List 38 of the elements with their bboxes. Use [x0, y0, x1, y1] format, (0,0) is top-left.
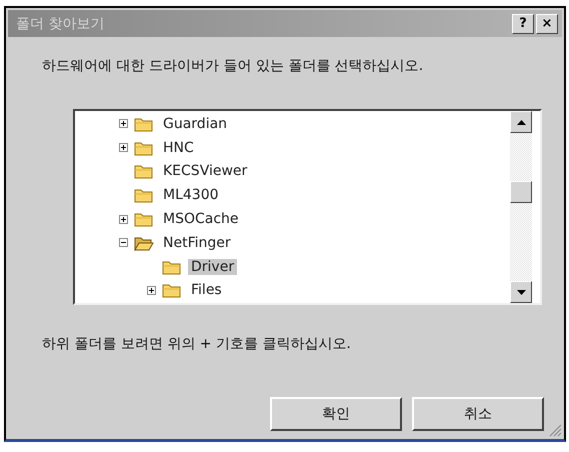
- scroll-thumb[interactable]: [510, 181, 532, 203]
- help-button[interactable]: ?: [512, 14, 534, 34]
- tree-item[interactable]: NetFinger: [160, 234, 234, 251]
- hint-text: 하위 폴더를 보려면 위의 + 기호를 클릭하십시오.: [42, 335, 352, 353]
- tree-row[interactable]: KECSViewer: [75, 160, 510, 184]
- tree-item[interactable]: Guardian: [160, 116, 230, 132]
- folder-icon: [134, 211, 154, 228]
- down-arrow-icon: [516, 290, 526, 294]
- expand-toggle[interactable]: [119, 214, 128, 224]
- scroll-up-button[interactable]: [510, 111, 532, 133]
- expand-toggle[interactable]: [119, 119, 128, 128]
- folder-icon: [162, 282, 182, 298]
- window-title: 폴더 찾아보기: [16, 14, 104, 32]
- folder-icon: [134, 187, 154, 204]
- folder-icon: [134, 140, 154, 156]
- tree-item[interactable]: ML4300: [160, 187, 222, 204]
- scrollbar[interactable]: [510, 111, 532, 303]
- tree-item[interactable]: Driver: [188, 258, 238, 275]
- expand-toggle[interactable]: [119, 143, 128, 152]
- resize-grip-icon[interactable]: [548, 423, 562, 437]
- folder-icon: [134, 163, 154, 180]
- expand-toggle[interactable]: [147, 286, 156, 295]
- collapse-toggle[interactable]: [119, 238, 128, 248]
- instruction-text: 하드웨어에 대한 드라이버가 들어 있는 폴더를 선택하십시오.: [42, 57, 424, 75]
- up-arrow-icon: [516, 120, 526, 124]
- tree-item[interactable]: KECSViewer: [160, 163, 250, 180]
- ok-button[interactable]: 확인: [270, 397, 402, 431]
- cancel-button[interactable]: 취소: [412, 397, 544, 431]
- folder-icon: [134, 116, 154, 132]
- close-button[interactable]: ×: [536, 14, 558, 34]
- tree-item[interactable]: MSOCache: [160, 211, 242, 228]
- tree-item[interactable]: Files: [188, 282, 225, 298]
- tree-row[interactable]: Driver: [75, 254, 510, 279]
- tree-item[interactable]: HNC: [160, 140, 197, 156]
- scroll-down-button[interactable]: [510, 281, 532, 303]
- folder-icon: [134, 234, 154, 251]
- folder-icon: [162, 258, 182, 275]
- tree-row[interactable]: ML4300: [75, 183, 510, 208]
